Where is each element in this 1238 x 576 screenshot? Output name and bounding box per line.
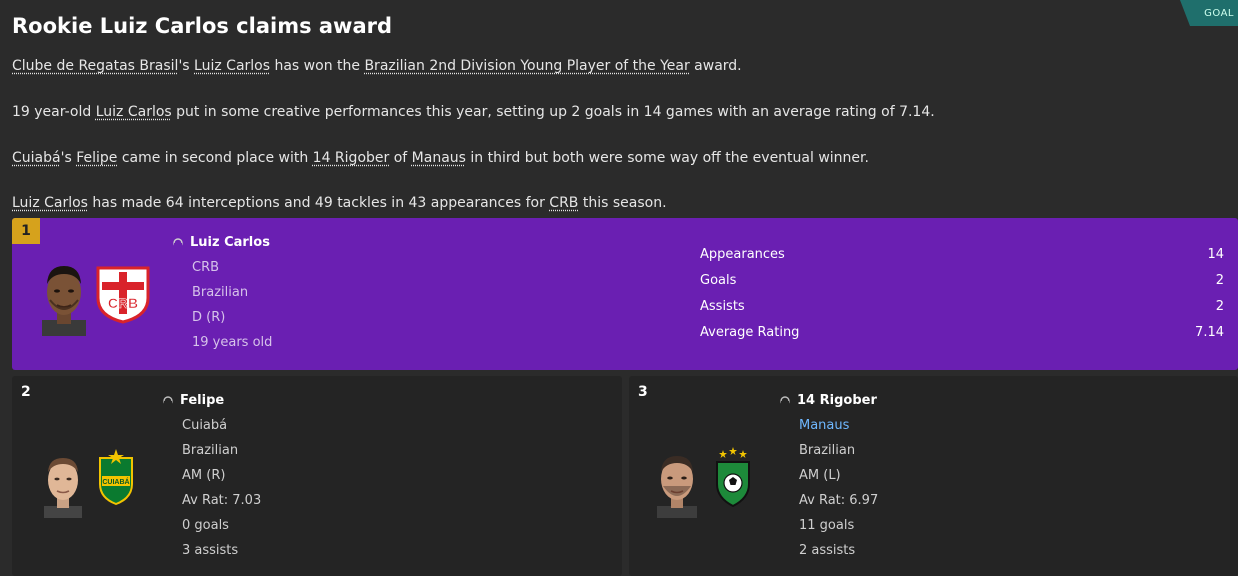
player-club[interactable]: Manaus: [799, 418, 849, 433]
player-club[interactable]: CRB: [192, 260, 219, 275]
player-position: D (R): [192, 310, 226, 325]
text: came in second place with: [117, 150, 313, 166]
stat-value: 2: [1215, 273, 1224, 288]
stat-label: Appearances: [700, 247, 785, 262]
player-goals: 11 goals: [799, 518, 855, 533]
person-icon: [780, 396, 790, 406]
crb-badge-icon[interactable]: CRB: [94, 264, 152, 324]
player-link[interactable]: Luiz Carlos: [12, 195, 88, 211]
person-icon: [163, 396, 173, 406]
stat-label: Assists: [700, 299, 745, 314]
player-nationality: Brazilian: [182, 443, 239, 458]
stat-row-average-rating: Average Rating 7.14: [700, 325, 1224, 340]
player-age: 19 years old: [192, 335, 273, 350]
rank-badge: 1: [12, 218, 40, 244]
text: in third but both were some way off the …: [465, 150, 869, 166]
rank-badge: 2: [21, 384, 31, 400]
winner-card[interactable]: 1 CRB Luiz Carlos CRB Brazilian D (R) 19…: [12, 218, 1238, 370]
player-link[interactable]: Luiz Carlos: [96, 104, 172, 120]
player-name[interactable]: Luiz Carlos: [190, 235, 270, 250]
player-rating: Av Rat: 7.03: [182, 493, 262, 508]
player-position: AM (L): [799, 468, 841, 483]
player-link[interactable]: Felipe: [76, 150, 117, 166]
cuiaba-badge-icon[interactable]: CUIABÁ: [96, 448, 136, 506]
stat-row-goals: Goals 2: [700, 273, 1224, 288]
club-link[interactable]: Cuiabá: [12, 150, 61, 166]
manaus-badge-icon[interactable]: [713, 446, 753, 508]
text: put in some creative performances this y…: [171, 104, 935, 120]
player-nationality: Brazilian: [799, 443, 856, 458]
player-goals: 0 goals: [182, 518, 229, 533]
club-link[interactable]: CRB: [549, 195, 578, 211]
text: award.: [689, 58, 742, 74]
stat-row-assists: Assists 2: [700, 299, 1224, 314]
person-icon: [173, 238, 183, 248]
article-title: Rookie Luiz Carlos claims award: [12, 14, 393, 38]
stat-value: 14: [1207, 247, 1224, 262]
stat-row-appearances: Appearances 14: [700, 247, 1224, 262]
player-link[interactable]: 14 Rigober: [313, 150, 390, 166]
text: of: [389, 150, 412, 166]
stat-label: Goals: [700, 273, 737, 288]
text: this season.: [578, 195, 667, 211]
paragraph-stats: Luiz Carlos has made 64 interceptions an…: [12, 195, 667, 211]
second-place-card[interactable]: 2 CUIABÁ Felipe Cuiabá Brazilian AM (R) …: [12, 376, 622, 576]
third-place-card[interactable]: 3 14 Rigober Manaus Brazilian AM (L) Av …: [629, 376, 1238, 576]
text: has made 64 interceptions and 49 tackles…: [87, 195, 550, 211]
paragraph-runners-up: Cuiabá's Felipe came in second place wit…: [12, 150, 869, 166]
player-assists: 2 assists: [799, 543, 856, 558]
stat-value: 7.14: [1195, 325, 1224, 340]
stat-value: 2: [1215, 299, 1224, 314]
player-rating: Av Rat: 6.97: [799, 493, 879, 508]
club-link[interactable]: Clube de Regatas Brasil: [12, 58, 178, 74]
text: 's: [60, 150, 77, 166]
player-assists: 3 assists: [182, 543, 239, 558]
paragraph-performance: 19 year-old Luiz Carlos put in some crea…: [12, 104, 935, 120]
player-face-icon[interactable]: [40, 262, 88, 336]
text: has won the: [270, 58, 365, 74]
player-position: AM (R): [182, 468, 226, 483]
text: 19 year-old: [12, 104, 96, 120]
badge-text: CRB: [108, 295, 138, 311]
player-link[interactable]: Luiz Carlos: [194, 58, 270, 74]
category-tag[interactable]: GOAL: [1180, 0, 1238, 26]
paragraph-award: Clube de Regatas Brasil's Luiz Carlos ha…: [12, 58, 742, 74]
rank-badge: 3: [638, 384, 648, 400]
player-name[interactable]: Felipe: [180, 393, 224, 408]
player-name[interactable]: 14 Rigober: [797, 393, 877, 408]
player-face-icon[interactable]: [42, 454, 84, 518]
player-face-icon[interactable]: [655, 452, 699, 518]
stat-label: Average Rating: [700, 325, 800, 340]
player-nationality: Brazilian: [192, 285, 249, 300]
player-club[interactable]: Cuiabá: [182, 418, 227, 433]
club-link[interactable]: Manaus: [412, 150, 466, 166]
badge-text: CUIABÁ: [102, 477, 129, 486]
text: 's: [178, 58, 195, 74]
award-link[interactable]: Brazilian 2nd Division Young Player of t…: [364, 58, 689, 74]
